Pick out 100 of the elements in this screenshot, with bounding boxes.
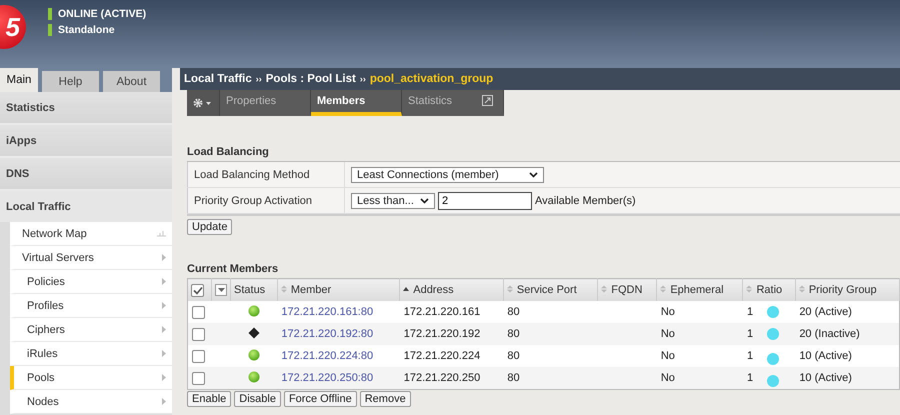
table-cell: No <box>656 367 743 390</box>
chevron-right-icon <box>162 398 166 405</box>
section-title: Load Balancing <box>187 146 270 158</box>
table-cell: 80 <box>503 323 598 345</box>
chevron-down-icon <box>529 172 538 178</box>
table-cell: 1 <box>746 350 754 362</box>
sort-icon <box>403 285 410 293</box>
main-tab[interactable]: Help <box>42 71 99 92</box>
column-header: Status <box>230 278 278 301</box>
chevron-right-icon <box>162 254 166 261</box>
table-cell: 20 (Inactive) <box>795 323 900 345</box>
sort-icon <box>601 285 608 293</box>
breadcrumb-separator: ›› <box>360 74 366 84</box>
action-button[interactable]: Remove <box>360 391 411 407</box>
column-header[interactable]: Member <box>277 278 400 301</box>
table-cell: 20 (Active) <box>795 301 900 323</box>
logo-text: 5 <box>6 14 20 40</box>
column-header[interactable]: Service Port <box>503 278 598 301</box>
sidebar-item[interactable]: Ciphers <box>10 318 172 342</box>
chevron-right-icon <box>162 278 166 285</box>
sort-icon <box>746 285 752 293</box>
sidebar-section[interactable]: DNS <box>0 158 172 191</box>
table-cell: 1 <box>746 372 754 384</box>
table-cell: No <box>656 323 743 345</box>
sidebar-section[interactable]: Local Traffic <box>0 191 172 222</box>
sort-icon <box>660 285 666 293</box>
table-cell: 80 <box>503 345 598 367</box>
sort-icon <box>506 285 513 293</box>
table-cell: 1 <box>746 328 754 340</box>
breadcrumb-link[interactable]: Pools : Pool List <box>266 73 356 85</box>
chevron-right-icon <box>162 350 166 357</box>
table-cell: 10 (Active) <box>795 367 900 390</box>
column-header[interactable]: Ephemeral <box>656 278 743 301</box>
gear-caret-icon <box>193 98 213 108</box>
dot-icon <box>767 374 780 386</box>
sidebar-section[interactable]: Statistics <box>0 92 172 125</box>
table-cell: 172.21.220.192 <box>400 323 504 345</box>
sidebar-item[interactable]: Network Map <box>10 222 172 246</box>
dot-icon <box>767 306 780 318</box>
sidebar-item[interactable]: Profiles <box>10 294 172 318</box>
sort-icon <box>280 285 287 293</box>
status-text: ONLINE (ACTIVE) <box>58 8 146 20</box>
table-cell: 172.21.220.161 <box>400 301 504 323</box>
table-cell: 172.21.220.250 <box>400 367 504 390</box>
chevron-right-icon <box>162 374 166 381</box>
table-cell: 10 (Active) <box>795 345 900 367</box>
table-cell: No <box>656 345 743 367</box>
sidebar-item[interactable]: Pools <box>10 366 172 390</box>
status-circle-icon <box>248 370 260 382</box>
column-header[interactable]: Ratio <box>742 278 796 301</box>
action-button[interactable]: Force Offline <box>284 391 357 407</box>
dot-icon <box>767 328 780 340</box>
member-count-field[interactable]: 2 <box>438 192 532 210</box>
chevron-right-icon <box>162 302 166 309</box>
chevron-down-icon <box>420 198 429 204</box>
page-tab[interactable]: Properties <box>220 90 311 116</box>
status-diamond-icon <box>248 326 260 338</box>
table-cell: No <box>656 301 743 323</box>
field-label: Priority Group Activation <box>187 188 345 213</box>
page-tab[interactable]: Members <box>311 90 402 116</box>
column-header[interactable]: Priority Group <box>795 278 900 301</box>
row-checkbox[interactable] <box>192 306 205 318</box>
status-text: Standalone <box>58 24 115 36</box>
row-checkbox[interactable] <box>192 328 205 340</box>
sidebar-item[interactable]: Policies <box>10 270 172 294</box>
dot-icon <box>767 352 780 364</box>
table-cell: 1 <box>746 306 754 318</box>
table-cell: 172.21.220.224 <box>400 345 504 367</box>
breadcrumb-separator: ›› <box>256 74 262 84</box>
sidebar-item[interactable]: Virtual Servers <box>10 246 172 270</box>
action-button[interactable]: Enable <box>187 391 232 407</box>
field-suffix: Available Member(s) <box>535 194 636 206</box>
status-circle-icon <box>248 348 260 360</box>
row-checkbox[interactable] <box>192 372 205 384</box>
breadcrumb-current: pool_activation_group <box>370 73 494 85</box>
main-tab[interactable]: Main <box>0 68 38 92</box>
row-checkbox[interactable] <box>192 350 205 362</box>
breadcrumb-link[interactable]: Local Traffic <box>184 73 252 85</box>
update-button[interactable]: Update <box>187 219 232 235</box>
status-circle-icon <box>248 304 260 316</box>
settings-menu-button[interactable] <box>187 90 220 116</box>
page-tab[interactable]: Statistics <box>402 90 504 116</box>
section-title: Current Members <box>187 263 280 275</box>
sidebar-item[interactable]: iRules <box>10 342 172 366</box>
sidebar-section[interactable]: iApps <box>0 125 172 158</box>
activation-dropdown[interactable]: Less than... <box>351 192 435 208</box>
action-button[interactable]: Disable <box>234 391 281 407</box>
map-icon <box>157 230 166 236</box>
sidebar-item[interactable]: Nodes <box>10 390 172 414</box>
table-cell: 80 <box>503 367 598 390</box>
select-all-checkbox[interactable] <box>191 284 204 296</box>
field-label: Load Balancing Method <box>187 162 345 187</box>
table-cell: 80 <box>503 301 598 323</box>
dropdown-icon[interactable] <box>215 284 227 296</box>
column-header[interactable]: FQDN <box>598 278 657 301</box>
chevron-right-icon <box>162 326 166 333</box>
main-tab[interactable]: About <box>103 71 160 92</box>
column-header[interactable]: Address <box>400 278 504 301</box>
method-dropdown[interactable]: Least Connections (member) <box>351 166 544 182</box>
sort-icon <box>798 285 805 293</box>
